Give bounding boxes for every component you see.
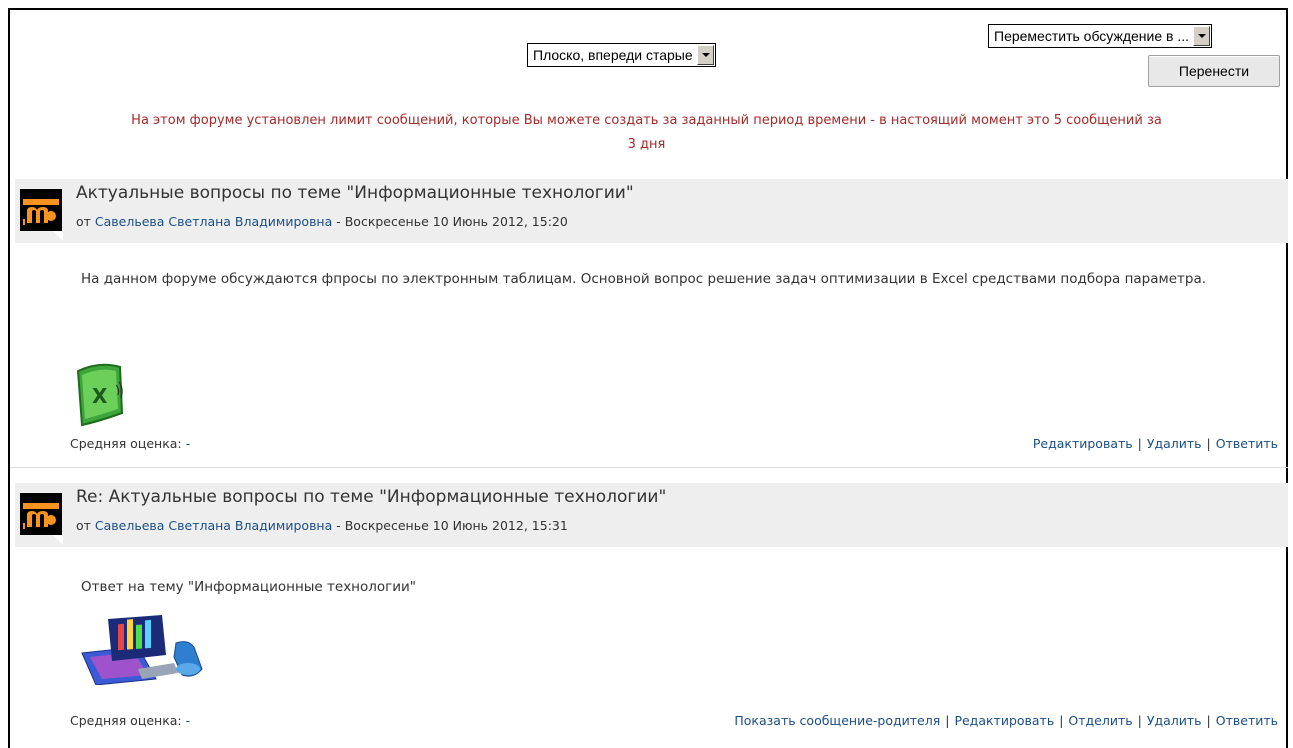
rating-label: Средняя оценка:: [70, 436, 182, 451]
avatar-notch: [53, 535, 63, 545]
avatar-notch: [53, 231, 63, 241]
post-byline: от Савельева Светлана Владимировна - Вос…: [76, 214, 568, 229]
rating: Средняя оценка: -: [70, 713, 190, 728]
rating: Средняя оценка: -: [70, 436, 190, 451]
notice-line-2: 3 дня: [627, 137, 666, 152]
separator: |: [1137, 436, 1142, 451]
post-subject: Актуальные вопросы по теме "Информационн…: [76, 183, 634, 203]
author-link[interactable]: Савельева Светлана Владимировна: [95, 214, 332, 229]
forum-post: Re: Актуальные вопросы по теме "Информац…: [15, 483, 1288, 739]
computer-attachment-icon: [78, 613, 208, 686]
notice-line-1: На этом форуме установлен лимит сообщени…: [131, 113, 1162, 128]
move-discussion-value: Переместить обсуждение в ...: [994, 28, 1190, 44]
spreadsheet-attachment-icon: X: [70, 355, 130, 427]
separator: |: [945, 713, 950, 728]
rating-label: Средняя оценка:: [70, 713, 182, 728]
move-button[interactable]: Перенести: [1148, 55, 1280, 87]
move-discussion-select[interactable]: Переместить обсуждение в ...: [988, 24, 1213, 48]
forum-post: Актуальные вопросы по теме "Информационн…: [15, 179, 1288, 459]
avatar[interactable]: [20, 189, 62, 231]
display-mode-select[interactable]: Плоско, впереди старые: [527, 43, 716, 67]
rating-value[interactable]: -: [186, 713, 191, 728]
delete-link[interactable]: Удалить: [1147, 436, 1202, 451]
separator: |: [1206, 436, 1211, 451]
rating-value[interactable]: -: [186, 436, 191, 451]
author-link[interactable]: Савельева Светлана Владимировна: [95, 518, 332, 533]
display-mode-value: Плоско, впереди старые: [533, 47, 693, 63]
post-date: - Воскресенье 10 Июнь 2012, 15:20: [332, 214, 568, 229]
post-actions: Редактировать | Удалить | Ответить: [1033, 436, 1278, 451]
post-body: Ответ на тему "Информационные технологии…: [81, 579, 417, 595]
chevron-down-icon[interactable]: [696, 45, 714, 65]
moodle-logo-icon: [20, 493, 62, 535]
show-parent-link[interactable]: Показать сообщение-родителя: [734, 713, 940, 728]
reply-link[interactable]: Ответить: [1216, 436, 1278, 451]
post-actions: Показать сообщение-родителя | Редактироват…: [734, 713, 1278, 728]
separator: |: [1059, 713, 1064, 728]
post-limit-notice: На этом форуме установлен лимит сообщени…: [0, 109, 1293, 157]
post-subject: Re: Актуальные вопросы по теме "Информац…: [76, 487, 667, 507]
edit-link[interactable]: Редактировать: [1033, 436, 1133, 451]
post-body: На данном форуме обсуждаются фпросы по э…: [81, 271, 1207, 287]
avatar[interactable]: [20, 493, 62, 535]
separator: |: [1206, 713, 1211, 728]
svg-text:X: X: [92, 384, 108, 408]
post-divider: [10, 467, 1288, 468]
edit-link[interactable]: Редактировать: [954, 713, 1054, 728]
split-link[interactable]: Отделить: [1068, 713, 1132, 728]
byline-prefix: от: [76, 214, 91, 229]
post-byline: от Савельева Светлана Владимировна - Вос…: [76, 518, 568, 533]
chevron-down-icon[interactable]: [1193, 26, 1211, 46]
delete-link[interactable]: Удалить: [1147, 713, 1202, 728]
moodle-logo-icon: [20, 189, 62, 231]
reply-link[interactable]: Ответить: [1216, 713, 1278, 728]
byline-prefix: от: [76, 518, 91, 533]
separator: |: [1137, 713, 1142, 728]
post-date: - Воскресенье 10 Июнь 2012, 15:31: [332, 518, 568, 533]
